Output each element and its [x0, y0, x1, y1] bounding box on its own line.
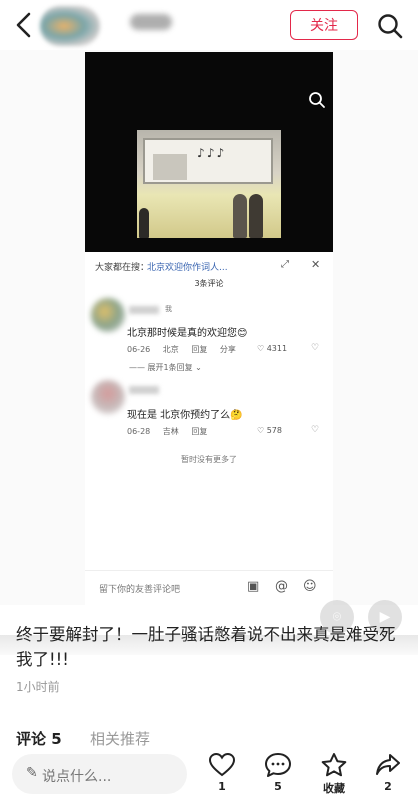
inner-comment-input: 留下你的友善评论吧 ▣ @ ☺ [85, 570, 333, 605]
person-figure [233, 194, 247, 238]
commenter-name-blurred [129, 386, 159, 394]
pencil-icon: ✎ [26, 765, 38, 781]
share-count: 2 [384, 780, 392, 793]
comment-input[interactable]: ✎ 说点什么... [12, 754, 187, 794]
inner-comment-count: 3条评论 [194, 279, 224, 288]
comment-tabs: 评论 5 相关推荐 [0, 724, 418, 748]
comment-text: 现在是 北京你预约了么🤔 [127, 410, 243, 421]
embedded-screenshot: ♪ ♪ ♪ 大家都在搜： 北京欢迎你作词人... ⤢ ✕ 3条评论 我 北京那时… [85, 52, 333, 605]
bottom-action-bar: ✎ 说点什么... 1 5 收藏 2 [0, 748, 418, 800]
comment-input-placeholder: 说点什么... [42, 769, 112, 785]
heart-icon [208, 752, 236, 777]
share-label: 分享 [219, 345, 236, 354]
comment-likes: ♡ 4311 [257, 344, 288, 353]
image-icon: ▣ [247, 579, 260, 594]
comment-location: 吉林 [162, 427, 179, 436]
collect-button[interactable]: 收藏 [314, 752, 354, 800]
comment-text: 北京那时候是真的欢迎您😊 [127, 328, 248, 339]
like-count: 1 [218, 780, 226, 793]
inner-search-suggestion: 大家都在搜： 北京欢迎你作词人... ⤢ ✕ [85, 252, 333, 278]
comment-bubble-icon [265, 753, 291, 777]
comment-location: 北京 [162, 345, 179, 354]
person-figure [139, 208, 149, 238]
comment-count: 5 [274, 780, 282, 793]
tab-related[interactable]: 相关推荐 [90, 728, 150, 749]
share-arrow-icon [376, 754, 400, 775]
expand-icon: ⤢ [281, 259, 289, 270]
person-figure [249, 194, 263, 238]
tab-comments[interactable]: 评论 5 [16, 728, 62, 749]
close-icon: ✕ [311, 258, 321, 271]
author-name-blurred[interactable] [130, 14, 172, 30]
like-count: 4311 [266, 344, 288, 353]
video-frame: ♪ ♪ ♪ [85, 52, 333, 252]
comment-meta: 06-28 吉林 回复 [127, 426, 217, 437]
post-text: 终于要解封了！一肚子骚话憋着说不出来真是难受死我了!!! [16, 625, 396, 669]
comment-meta: 06-26 北京 回复 分享 [127, 344, 246, 355]
avatar [91, 380, 125, 414]
commenter-name-blurred [129, 306, 159, 314]
author-avatar[interactable] [40, 6, 100, 46]
expand-label: 展开1条回复 [147, 363, 193, 372]
comment-button[interactable]: 5 [258, 752, 298, 800]
avatar [91, 298, 125, 332]
billboard: ♪ ♪ ♪ [143, 138, 273, 184]
follow-button[interactable]: 关注 [290, 10, 358, 40]
search-keyword: 北京欢迎你作词人... [147, 263, 228, 273]
back-arrow-icon[interactable] [12, 10, 36, 40]
inner-input-placeholder: 留下你的友善评论吧 [99, 585, 181, 595]
expand-replies: —— 展开1条回复 ⌄ [129, 363, 202, 372]
search-icon[interactable] [376, 12, 404, 40]
like-button[interactable]: 1 [202, 752, 242, 800]
reply-label: 回复 [191, 427, 208, 436]
comment-date: 06-28 [127, 427, 151, 436]
at-icon: @ [275, 579, 288, 594]
commenter-name-suffix: 我 [165, 305, 172, 313]
post-image[interactable]: ♪ ♪ ♪ 大家都在搜： 北京欢迎你作词人... ⤢ ✕ 3条评论 我 北京那时… [0, 50, 418, 655]
share-button[interactable]: 2 [368, 752, 408, 800]
top-bar: 关注 [0, 0, 418, 50]
like-count: 578 [266, 426, 282, 435]
search-icon [309, 92, 325, 108]
emoji-icon: ☺ [303, 579, 317, 594]
dislike-icon: ♡ [311, 343, 320, 353]
collect-label: 收藏 [323, 782, 345, 795]
no-more-text: 暂时没有更多了 [181, 455, 237, 464]
comment-date: 06-26 [127, 345, 151, 354]
dislike-icon: ♡ [311, 425, 320, 435]
search-prefix: 大家都在搜： [95, 263, 150, 273]
comment-likes: ♡ 578 [257, 426, 282, 435]
video-still: ♪ ♪ ♪ [137, 130, 281, 238]
reply-label: 回复 [191, 345, 208, 354]
star-icon [321, 753, 347, 777]
post-time: 1小时前 [16, 680, 60, 694]
